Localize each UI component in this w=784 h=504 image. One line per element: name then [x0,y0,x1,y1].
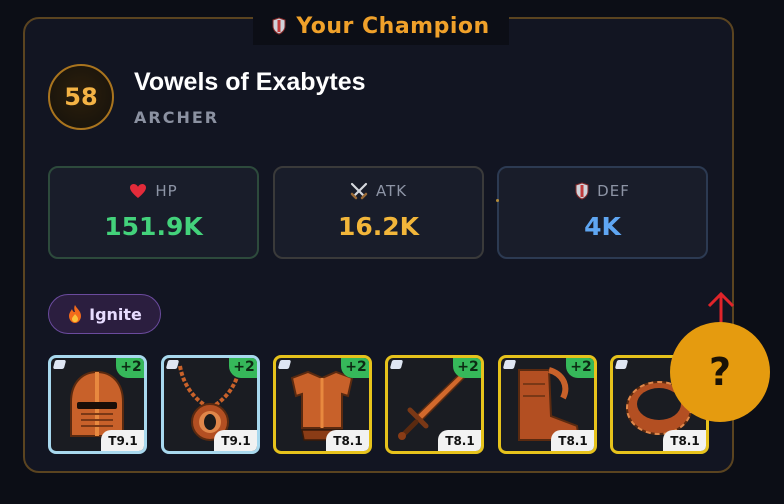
champion-name: Vowels of Exabytes [134,68,366,96]
upgrade-badge: +2 [566,358,594,378]
upgrade-badge: +2 [229,358,257,378]
decorative-dot [496,199,499,202]
shield-icon [272,17,286,35]
crossed-swords-icon [350,182,368,200]
heart-icon [130,184,147,198]
help-button-label: ? [708,350,732,394]
stat-value-hp: 151.9K [104,212,203,241]
tier-label: T9.1 [101,430,144,451]
level-badge: 58 [48,64,114,130]
panel-title: Your Champion [253,7,509,45]
stat-card-hp: HP 151.9K [48,166,259,259]
champion-class: ARCHER [134,108,220,127]
equipment-slot-sword[interactable]: +2 T8.1 [385,355,484,454]
equipment-slot-amulet[interactable]: +2 T9.1 [161,355,260,454]
help-button[interactable]: ? [670,322,770,422]
equipment-slot-armor[interactable]: +2 T8.1 [273,355,372,454]
upgrade-badge: +2 [341,358,369,378]
equipment-slot-helmet[interactable]: +2 T9.1 [48,355,147,454]
tier-label: T9.1 [214,430,257,451]
tier-label: T8.1 [663,430,706,451]
stat-label-text: DEF [597,182,630,200]
upgrade-badge: +2 [116,358,144,378]
tier-label: T8.1 [438,430,481,451]
level-value: 58 [64,83,98,111]
tier-label: T8.1 [326,430,369,451]
stat-label-hp: HP [50,182,257,200]
panel-title-text: Your Champion [296,13,490,39]
stat-value-atk: 16.2K [337,212,420,241]
skill-label: Ignite [89,304,142,324]
stat-label-def: DEF [499,182,706,200]
skill-badge-ignite[interactable]: Ignite [48,294,161,334]
stat-card-atk: ATK 16.2K [273,166,484,259]
stat-label-atk: ATK [275,182,482,200]
shield-icon [575,182,589,200]
equipment-slot-boots[interactable]: +2 T8.1 [498,355,597,454]
fire-icon [69,305,82,323]
stat-label-text: HP [155,182,178,200]
stat-card-def: DEF 4K [497,166,708,259]
stat-value-def: 4K [584,212,621,241]
upgrade-badge: +2 [453,358,481,378]
tier-label: T8.1 [551,430,594,451]
stat-label-text: ATK [375,182,408,200]
